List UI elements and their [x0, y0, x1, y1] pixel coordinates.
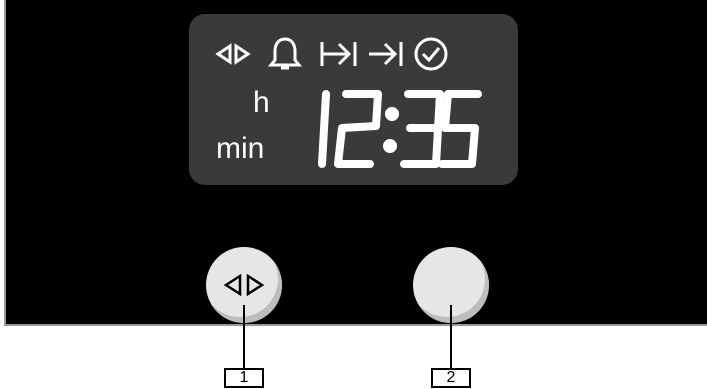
time-readout — [318, 90, 482, 168]
colon-bottom — [383, 139, 397, 153]
clock-check-icon — [414, 37, 448, 71]
digit-3 — [400, 90, 444, 168]
left-right-arrows-icon — [215, 43, 251, 65]
digit-5 — [438, 90, 482, 168]
digit-2 — [334, 90, 382, 168]
bell-icon — [267, 37, 303, 70]
digit-1 — [318, 90, 330, 168]
callout-label-2: 2 — [431, 368, 471, 388]
hours-unit-label: h — [253, 86, 270, 119]
callout-line-2 — [450, 305, 452, 368]
control-panel: h min — [4, 0, 707, 326]
display-screen: h min — [189, 14, 518, 185]
minutes-unit-label: min — [216, 132, 265, 165]
end-time-icon — [369, 42, 403, 66]
duration-icon — [320, 42, 357, 66]
colon-top — [385, 107, 399, 121]
display-icons — [215, 36, 455, 72]
callout-line-1 — [243, 305, 245, 368]
callout-label-1: 1 — [224, 368, 264, 388]
